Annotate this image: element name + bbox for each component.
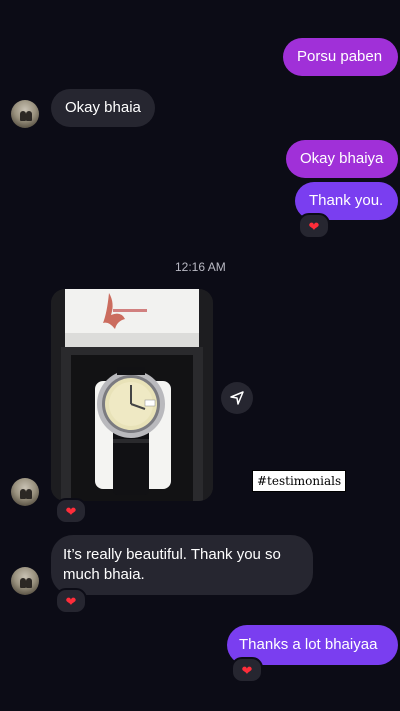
avatar[interactable] — [11, 100, 39, 128]
message-text: Porsu paben — [297, 48, 383, 65]
photo-message-watch[interactable] — [51, 289, 213, 501]
timestamp: 12:16 AM — [175, 260, 226, 274]
reaction-badge[interactable]: ❤ — [55, 588, 87, 614]
message-text: Okay bhaia — [65, 99, 141, 116]
outgoing-message[interactable]: Okay bhaiya — [286, 140, 398, 178]
hashtag-sticker: #testimonials — [252, 470, 347, 492]
reaction-badge[interactable]: ❤ — [298, 213, 330, 239]
heart-icon: ❤ — [308, 218, 320, 234]
watch-photo — [51, 289, 213, 501]
avatar[interactable] — [11, 567, 39, 595]
message-text: Thanks a lot bhaiyaa — [239, 636, 378, 653]
message-text-line-2: much bhaia. — [63, 566, 145, 583]
avatar[interactable] — [11, 478, 39, 506]
message-text: Thank you. — [309, 192, 384, 209]
send-icon — [230, 391, 244, 405]
incoming-message[interactable]: Okay bhaia — [51, 89, 155, 127]
message-text-line-1: It’s really beautiful. Thank you so — [63, 546, 281, 563]
incoming-message[interactable]: It’s really beautiful. Thank you so much… — [51, 535, 313, 595]
share-button[interactable] — [221, 382, 253, 414]
outgoing-message[interactable]: Porsu paben — [283, 38, 398, 76]
heart-icon: ❤ — [241, 662, 253, 678]
heart-icon: ❤ — [65, 503, 77, 519]
message-text: Okay bhaiya — [300, 150, 384, 167]
reaction-badge[interactable]: ❤ — [55, 498, 87, 524]
heart-icon: ❤ — [65, 593, 77, 609]
reaction-badge[interactable]: ❤ — [231, 657, 263, 683]
